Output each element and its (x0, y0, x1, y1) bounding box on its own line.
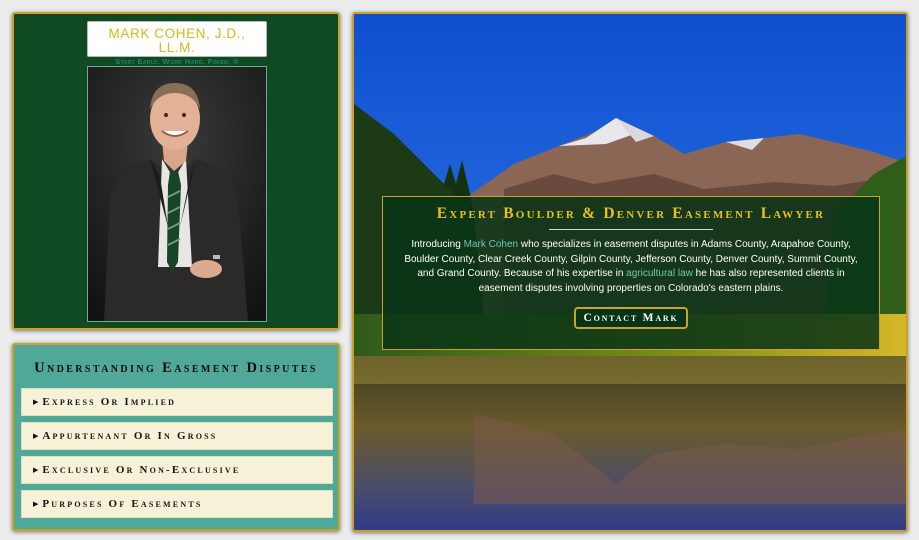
easement-item-label: Express Or Implied (42, 396, 177, 408)
easement-item-label: Exclusive Or Non-Exclusive (42, 464, 241, 476)
easements-title: Understanding Easement Disputes (34, 360, 318, 376)
triangle-right-icon: ▶ (33, 399, 39, 406)
hero-intro-text: Introducing Mark Cohen who specializes i… (383, 238, 879, 296)
hero-title: Expert Boulder & Denver Easement Lawyer (436, 205, 826, 222)
easement-item-exclusive-or-non-exclusive[interactable]: ▶ Exclusive Or Non-Exclusive (21, 456, 333, 484)
profile-panel: MARK COHEN, J.D., LL.M. Start Early. Wor… (12, 12, 340, 330)
easement-item-express-or-implied[interactable]: ▶ Express Or Implied (21, 388, 333, 416)
triangle-right-icon: ▶ (33, 467, 39, 474)
easement-item-appurtenant-or-in-gross[interactable]: ▶ Appurtenant Or In Gross (21, 422, 333, 450)
triangle-right-icon: ▶ (33, 433, 39, 440)
logo-name: MARK COHEN, J.D., LL.M. (108, 26, 246, 55)
easement-item-purposes-of-easements[interactable]: ▶ Purposes Of Easements (21, 490, 333, 518)
contact-mark-button[interactable]: Contact Mark (574, 307, 688, 329)
title-divider (549, 229, 713, 230)
mark-cohen-link[interactable]: Mark Cohen (464, 239, 518, 250)
easement-item-label: Appurtenant Or In Gross (42, 430, 218, 442)
agricultural-law-link[interactable]: agricultural law (626, 268, 693, 279)
hero-intro-box: Expert Boulder & Denver Easement Lawyer … (382, 196, 880, 350)
site-logo[interactable]: MARK COHEN, J.D., LL.M. Start Early. Wor… (87, 21, 267, 66)
attorney-portrait (87, 66, 267, 322)
intro-text-start: Introducing (411, 239, 464, 250)
easements-panel: Understanding Easement Disputes ▶ Expres… (12, 343, 340, 531)
hero-panel: Expert Boulder & Denver Easement Lawyer … (352, 12, 908, 532)
triangle-right-icon: ▶ (33, 501, 39, 508)
easement-item-label: Purposes Of Easements (42, 498, 203, 510)
